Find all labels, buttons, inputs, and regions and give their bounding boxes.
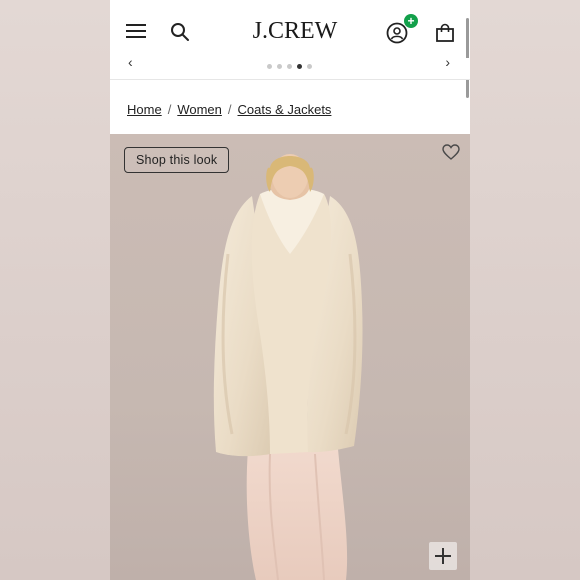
search-icon[interactable] <box>170 22 190 42</box>
menu-icon[interactable] <box>126 24 146 40</box>
breadcrumb: Home / Women / Coats & Jackets <box>127 100 331 118</box>
brand-logo[interactable]: J.CREW <box>230 18 360 45</box>
background-right <box>470 0 580 580</box>
breadcrumb-separator: / <box>227 101 232 117</box>
plus-icon <box>435 548 451 564</box>
carousel-prev-button[interactable]: ‹ <box>128 54 133 70</box>
carousel-dot[interactable] <box>287 64 292 69</box>
carousel-dot[interactable] <box>277 64 282 69</box>
model-photo <box>213 154 363 580</box>
heart-icon[interactable] <box>442 144 460 160</box>
background-left <box>0 0 110 580</box>
mobile-screen: J.CREW + ‹ › Home / Women / Coats & Jack… <box>110 0 470 580</box>
carousel-dot-active[interactable] <box>297 64 302 69</box>
carousel-dots <box>267 64 312 69</box>
site-header: J.CREW + <box>110 0 470 98</box>
carousel-nav: ‹ › <box>110 54 470 80</box>
carousel-dot[interactable] <box>307 64 312 69</box>
zoom-button[interactable] <box>429 542 457 570</box>
account-badge: + <box>404 14 418 28</box>
breadcrumb-home[interactable]: Home <box>127 102 162 117</box>
shop-this-look-button[interactable]: Shop this look <box>124 147 230 173</box>
bag-icon[interactable] <box>435 23 455 43</box>
carousel-next-button[interactable]: › <box>445 54 450 70</box>
carousel-dot[interactable] <box>267 64 272 69</box>
product-image[interactable]: Shop this look <box>110 134 470 580</box>
breadcrumb-separator: / <box>167 101 172 117</box>
breadcrumb-women[interactable]: Women <box>177 102 222 117</box>
breadcrumb-coats-jackets[interactable]: Coats & Jackets <box>238 102 332 117</box>
